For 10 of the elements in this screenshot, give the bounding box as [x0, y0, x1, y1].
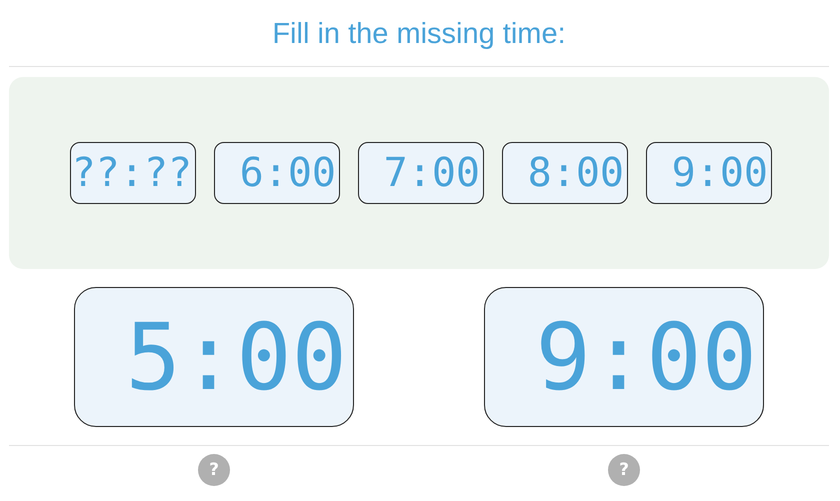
- question-title: Fill in the missing time:: [9, 0, 829, 67]
- clock-display: 9:00: [484, 287, 764, 427]
- clock-display: 5:00: [74, 287, 354, 427]
- help-button[interactable]: ?: [608, 454, 640, 486]
- time-option[interactable]: 7:00: [358, 142, 484, 204]
- help-button[interactable]: ?: [198, 454, 230, 486]
- time-option[interactable]: 9:00: [646, 142, 772, 204]
- time-option[interactable]: 8:00: [502, 142, 628, 204]
- time-option[interactable]: 6:00: [214, 142, 340, 204]
- time-option[interactable]: ??:??: [70, 142, 196, 204]
